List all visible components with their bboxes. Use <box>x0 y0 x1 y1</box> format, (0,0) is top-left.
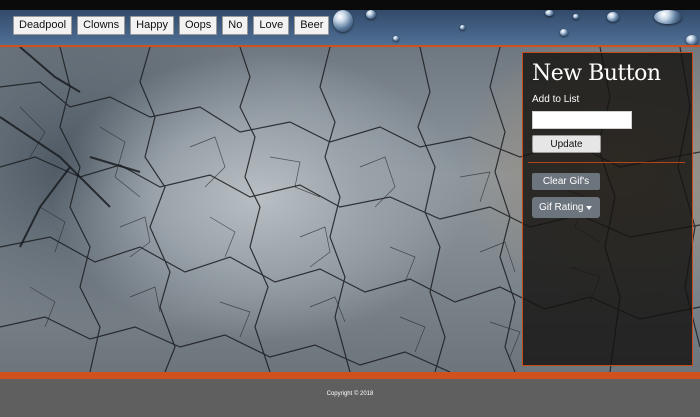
water-drop-decoration <box>545 10 554 16</box>
water-drop-decoration <box>393 36 399 41</box>
add-to-list-label: Add to List <box>532 94 580 105</box>
footer: Copyright © 2018 <box>0 379 700 417</box>
add-to-list-input[interactable] <box>532 111 632 129</box>
copyright-text: Copyright © 2018 <box>326 391 374 397</box>
gif-rating-label: Gif Rating <box>539 202 584 213</box>
topic-button-no[interactable]: No <box>222 16 249 35</box>
topic-button-happy[interactable]: Happy <box>130 16 174 35</box>
water-drop-decoration <box>460 25 465 30</box>
topic-button-clowns[interactable]: Clowns <box>77 16 126 35</box>
water-drop-decoration <box>654 10 682 24</box>
clear-gifs-button[interactable]: Clear Gif's <box>532 173 600 190</box>
water-drop-decoration <box>333 10 353 32</box>
water-drop-decoration <box>560 29 568 36</box>
topic-button-love[interactable]: Love <box>253 16 290 35</box>
water-drop-decoration <box>686 35 698 45</box>
caret-down-icon <box>586 206 592 210</box>
topic-button-deadpool[interactable]: Deadpool <box>13 16 73 35</box>
water-drop-decoration <box>607 12 619 22</box>
header-bar: Deadpool Clowns Happy Oops No Love Beer <box>0 0 700 45</box>
topic-button-beer[interactable]: Beer <box>294 16 330 35</box>
topic-button-oops[interactable]: Oops <box>178 16 218 35</box>
topic-button-list: Deadpool Clowns Happy Oops No Love Beer <box>13 16 330 35</box>
update-button[interactable]: Update <box>532 135 601 153</box>
panel-title: New Button <box>532 61 661 86</box>
water-drop-decoration <box>573 14 579 19</box>
panel-divider <box>528 162 685 163</box>
new-button-panel: New Button Add to List Update Clear Gif'… <box>522 52 693 366</box>
gif-rating-dropdown[interactable]: Gif Rating <box>532 197 600 218</box>
water-drop-decoration <box>366 10 376 19</box>
footer-divider <box>0 372 700 379</box>
